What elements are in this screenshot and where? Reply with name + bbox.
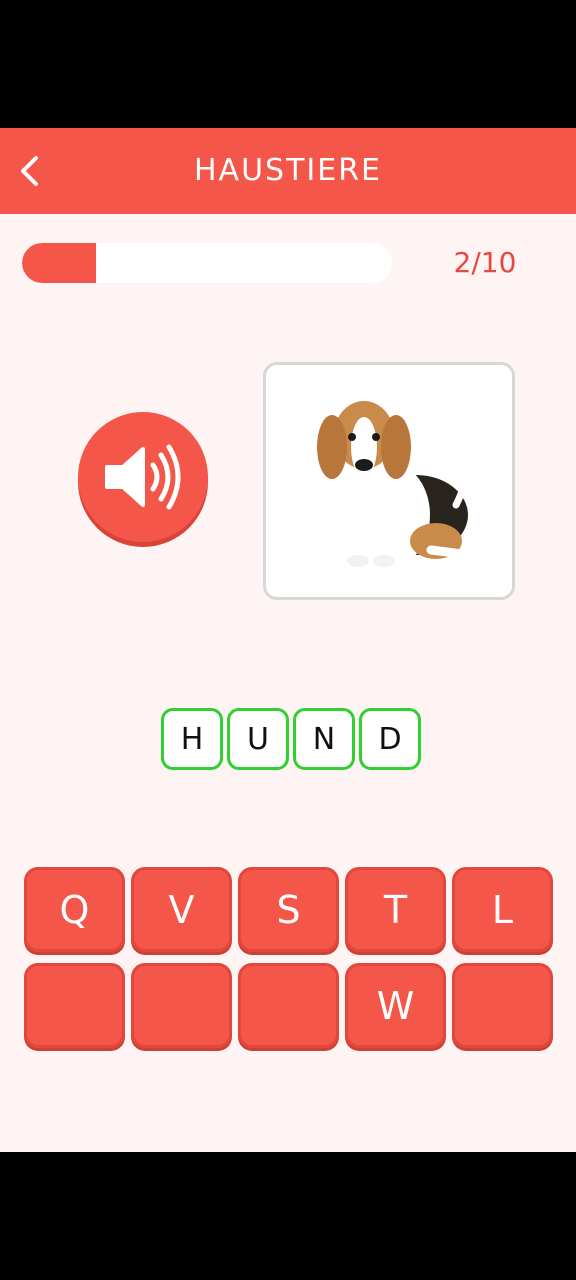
letter-key[interactable]: Q: [24, 867, 125, 952]
answer-tile: H: [161, 708, 223, 770]
system-nav-bar: [0, 1152, 576, 1280]
status-bar: [0, 0, 576, 128]
empty-key: [24, 963, 125, 1048]
screen: HAUSTIERE 2/10 H U N D Q V S T L W: [0, 0, 576, 1280]
letter-keyboard: Q V S T L W: [24, 867, 554, 1048]
app-content: HAUSTIERE 2/10 H U N D Q V S T L W: [0, 128, 576, 1152]
letter-key[interactable]: W: [345, 963, 446, 1048]
answer-row: H U N D: [161, 708, 421, 770]
progress-count: 2/10: [453, 246, 517, 279]
header-bar: HAUSTIERE: [0, 128, 576, 214]
picture-card: [263, 362, 515, 600]
answer-tile: N: [293, 708, 355, 770]
letter-key[interactable]: T: [345, 867, 446, 952]
empty-key: [238, 963, 339, 1048]
progress-bar: [22, 243, 392, 283]
page-title: HAUSTIERE: [193, 153, 382, 188]
empty-key: [131, 963, 232, 1048]
speaker-icon: [105, 444, 181, 510]
dog-illustration: [317, 401, 471, 567]
letter-key[interactable]: V: [131, 867, 232, 952]
progress-fill: [22, 243, 96, 283]
answer-tile: U: [227, 708, 289, 770]
play-audio-button[interactable]: [78, 412, 208, 542]
answer-tile: D: [359, 708, 421, 770]
letter-key[interactable]: S: [238, 867, 339, 952]
letter-key[interactable]: L: [452, 867, 553, 952]
empty-key: [452, 963, 553, 1048]
